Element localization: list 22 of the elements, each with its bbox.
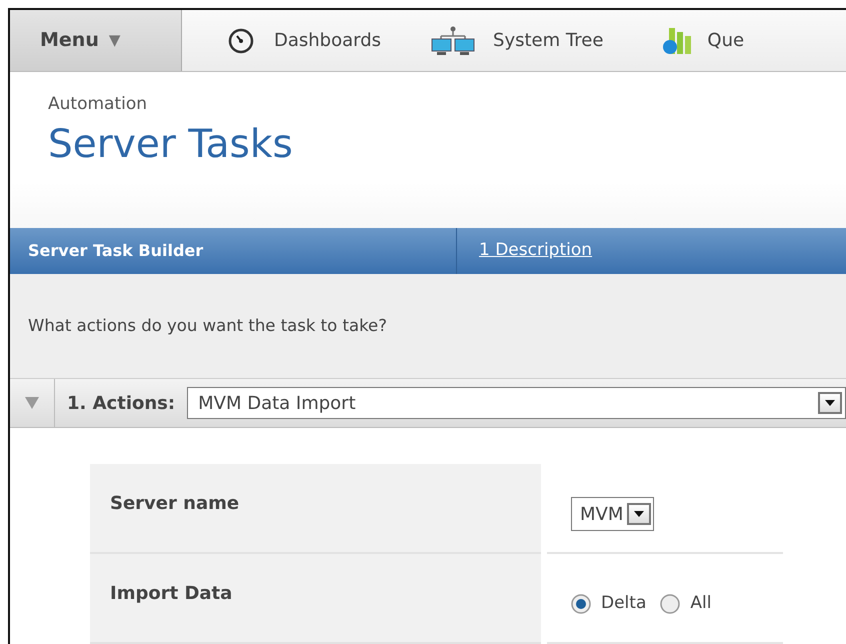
field-label: Server name	[90, 464, 541, 554]
radio-label: All	[690, 592, 712, 616]
collapse-icon	[25, 397, 39, 409]
gauge-icon	[228, 28, 254, 54]
field-label: Import Data	[90, 554, 541, 644]
nav-link[interactable]: Dashboards	[274, 27, 382, 54]
nav-link[interactable]: Que	[707, 27, 744, 54]
page-title: Server Tasks	[48, 122, 294, 168]
actions-label: 1. Actions:	[67, 392, 176, 416]
dropdown-icon	[818, 392, 842, 414]
radio-button[interactable]	[571, 594, 591, 614]
step-link[interactable]: 1 Description	[479, 238, 592, 264]
radio-button[interactable]	[660, 594, 680, 614]
dropdown-icon	[627, 503, 652, 525]
network-icon	[431, 26, 476, 56]
breadcrumb: Automation	[48, 93, 148, 116]
prompt-text: What actions do you want the task to take?	[10, 274, 846, 378]
nav-link[interactable]: System Tree	[493, 27, 604, 54]
menu-button[interactable]: Menu ▼	[10, 10, 182, 71]
server-select[interactable]: MVM	[571, 497, 654, 531]
action-select[interactable]: MVM Data Import	[187, 387, 846, 419]
radio-label: Delta	[601, 592, 646, 616]
